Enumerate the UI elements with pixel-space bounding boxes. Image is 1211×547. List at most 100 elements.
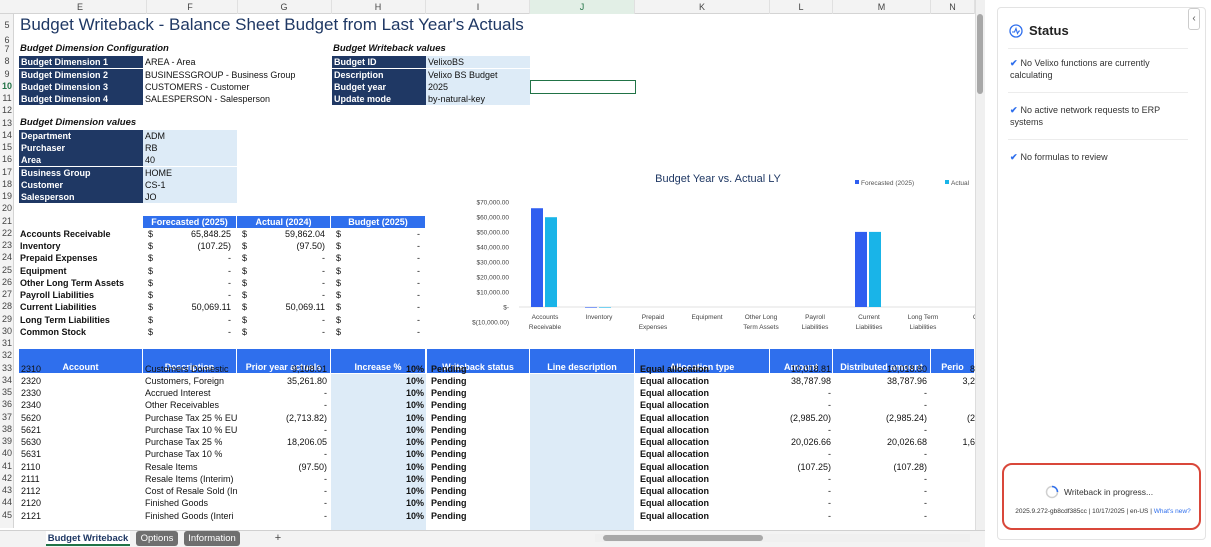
account-cell[interactable]: 5631	[21, 448, 41, 460]
period-cell[interactable]	[931, 448, 975, 460]
whats-new-link[interactable]: What's new?	[1154, 508, 1191, 515]
allocation-cell[interactable]: Equal allocation	[640, 424, 709, 436]
allocation-cell[interactable]: Equal allocation	[640, 399, 709, 411]
status-cell[interactable]: Pending	[431, 510, 467, 522]
summary-value[interactable]: -	[247, 265, 325, 277]
distributed-cell[interactable]: -	[833, 473, 927, 485]
period-cell[interactable]	[931, 485, 975, 497]
description-cell[interactable]: Other Receivables	[145, 399, 237, 411]
description-cell[interactable]: Purchase Tax 25 % EU	[145, 412, 237, 424]
amount-cell[interactable]: -	[770, 473, 831, 485]
row-number[interactable]: 30	[0, 326, 14, 336]
status-cell[interactable]: Pending	[431, 375, 467, 387]
row-number[interactable]: 5	[0, 20, 14, 30]
row-number[interactable]: 36	[0, 399, 14, 409]
prior-actuals-cell[interactable]: -	[237, 387, 327, 399]
summary-value[interactable]: 50,069.11	[153, 301, 231, 313]
increase-cell[interactable]: 10%	[331, 461, 424, 473]
row-number[interactable]: 12	[0, 105, 14, 115]
row-number[interactable]: 42	[0, 473, 14, 483]
column-letter[interactable]: G	[237, 0, 332, 14]
amount-cell[interactable]: -	[770, 510, 831, 522]
writeback-value[interactable]: 2025	[426, 80, 530, 93]
prior-actuals-cell[interactable]: -	[237, 497, 327, 509]
description-cell[interactable]: Purchase Tax 10 % EU	[145, 424, 237, 436]
account-cell[interactable]: 2320	[21, 375, 41, 387]
dimension-value[interactable]: RB	[143, 142, 237, 154]
row-number[interactable]: 21	[0, 216, 14, 226]
status-cell[interactable]: Pending	[431, 363, 467, 375]
row-number[interactable]: 11	[0, 93, 14, 103]
row-number[interactable]: 40	[0, 448, 14, 458]
period-cell[interactable]	[931, 473, 975, 485]
config-value[interactable]: CUSTOMERS - Customer	[143, 81, 323, 93]
amount-cell[interactable]: 20,026.66	[770, 436, 831, 448]
row-number[interactable]: 31	[0, 338, 14, 348]
status-cell[interactable]: Pending	[431, 399, 467, 411]
row-number[interactable]: 22	[0, 228, 14, 238]
config-value[interactable]: AREA - Area	[143, 56, 323, 68]
account-cell[interactable]: 2111	[21, 473, 40, 485]
increase-cell[interactable]: 10%	[331, 485, 424, 497]
dimension-value[interactable]: JO	[143, 191, 237, 203]
tab-budget-writeback[interactable]: Budget Writeback	[46, 531, 130, 546]
amount-cell[interactable]: -	[770, 387, 831, 399]
period-cell[interactable]: 8	[931, 363, 975, 375]
prior-actuals-cell[interactable]: (97.50)	[237, 461, 327, 473]
column-letter[interactable]: E	[14, 0, 147, 14]
distributed-cell[interactable]: -	[833, 387, 927, 399]
amount-cell[interactable]: -	[770, 399, 831, 411]
column-letter[interactable]: H	[331, 0, 426, 14]
allocation-cell[interactable]: Equal allocation	[640, 387, 709, 399]
distributed-cell[interactable]: (2,985.24)	[833, 412, 927, 424]
summary-value[interactable]: -	[247, 289, 325, 301]
row-number[interactable]: 14	[0, 130, 14, 140]
increase-cell[interactable]: 10%	[331, 436, 424, 448]
allocation-cell[interactable]: Equal allocation	[640, 473, 709, 485]
amount-cell[interactable]: (2,985.20)	[770, 412, 831, 424]
prior-actuals-cell[interactable]: 35,261.80	[237, 375, 327, 387]
description-cell[interactable]: Finished Goods	[145, 497, 237, 509]
amount-cell[interactable]: -	[770, 424, 831, 436]
collapse-panel-button[interactable]: ‹	[1188, 8, 1200, 30]
account-cell[interactable]: 2340	[21, 399, 41, 411]
increase-cell[interactable]: 10%	[331, 510, 424, 522]
account-cell[interactable]: 2120	[21, 497, 41, 509]
status-cell[interactable]: Pending	[431, 424, 467, 436]
summary-value[interactable]: -	[341, 289, 420, 301]
amount-cell[interactable]: 10,018.81	[770, 363, 831, 375]
row-number[interactable]: 7	[0, 44, 14, 54]
increase-cell[interactable]: 10%	[331, 399, 424, 411]
distributed-cell[interactable]: -	[833, 485, 927, 497]
dimension-value[interactable]: ADM	[143, 130, 237, 142]
summary-value[interactable]: -	[247, 326, 325, 338]
account-cell[interactable]: 2121	[21, 510, 41, 522]
summary-value[interactable]: 59,862.04	[247, 228, 325, 240]
writeback-value[interactable]: Velixo BS Budget	[426, 68, 530, 81]
distributed-cell[interactable]: -	[833, 497, 927, 509]
dimension-value[interactable]: HOME	[143, 167, 237, 179]
allocation-cell[interactable]: Equal allocation	[640, 363, 709, 375]
dimension-value[interactable]: 40	[143, 154, 237, 166]
summary-value[interactable]: -	[341, 240, 420, 252]
status-cell[interactable]: Pending	[431, 473, 467, 485]
summary-value[interactable]: -	[153, 326, 231, 338]
description-cell[interactable]: Resale Items	[145, 461, 237, 473]
summary-value[interactable]: 65,848.25	[153, 228, 231, 240]
summary-value[interactable]: -	[153, 314, 231, 326]
column-letter[interactable]: L	[770, 0, 833, 14]
row-number[interactable]: 9	[0, 69, 14, 79]
amount-cell[interactable]: (107.25)	[770, 461, 831, 473]
period-cell[interactable]: 3,2	[931, 375, 975, 387]
increase-cell[interactable]: 10%	[331, 424, 424, 436]
increase-cell[interactable]: 10%	[331, 363, 424, 375]
row-number[interactable]: 19	[0, 191, 14, 201]
account-cell[interactable]: 2110	[21, 461, 40, 473]
summary-value[interactable]: (97.50)	[247, 240, 325, 252]
allocation-cell[interactable]: Equal allocation	[640, 461, 709, 473]
increase-cell[interactable]: 10%	[331, 473, 424, 485]
row-number[interactable]: 41	[0, 461, 14, 471]
summary-value[interactable]: -	[341, 301, 420, 313]
allocation-cell[interactable]: Equal allocation	[640, 412, 709, 424]
row-number[interactable]: 15	[0, 142, 14, 152]
